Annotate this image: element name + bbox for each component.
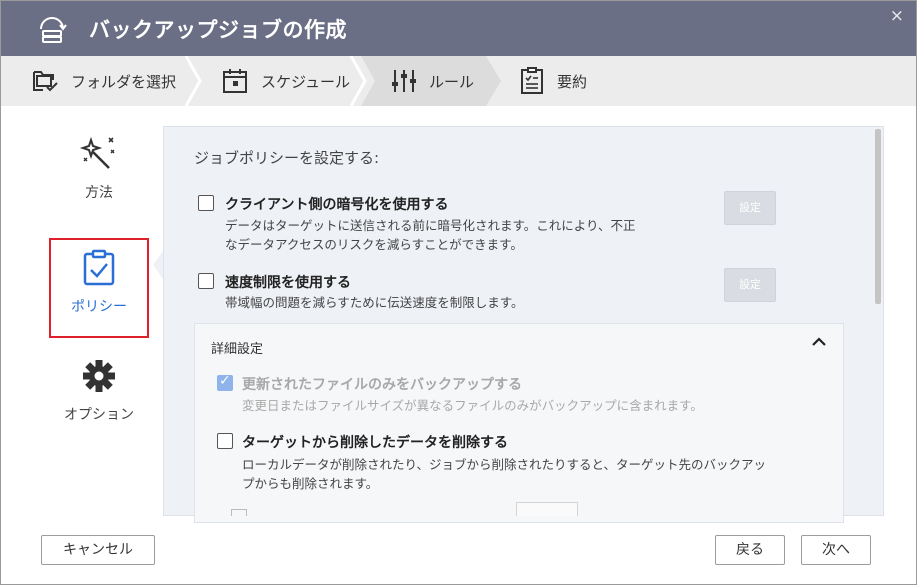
clipped-checkbox[interactable] (231, 509, 247, 516)
backup-job-dialog: バックアップジョブの作成 × フォルダを選択 スケジュール ルール 要約 方法 … (0, 0, 917, 585)
encryption-checkbox[interactable] (198, 195, 214, 211)
speed-limit-title: 速度制限を使用する (225, 275, 351, 291)
step-summary[interactable]: 要約 (517, 56, 587, 106)
advanced-heading: 詳細設定 (211, 342, 264, 357)
delete-target-title: ターゲットから削除したデータを削除する (242, 435, 508, 451)
step-label: フォルダを選択 (71, 72, 177, 91)
wizard-steps: フォルダを選択 スケジュール ルール 要約 (1, 56, 916, 106)
delete-target-desc-2: プからも削除されます。 (242, 476, 379, 491)
clipboard-summary-icon (521, 67, 543, 94)
magic-wand-icon (79, 136, 115, 169)
speed-limit-checkbox[interactable] (198, 273, 214, 289)
step-label: ルール (429, 72, 475, 91)
advanced-settings: 詳細設定 (194, 323, 844, 523)
next-button[interactable]: 次へ (801, 535, 871, 565)
folder-select-icon (33, 71, 58, 92)
step-separator (184, 56, 202, 106)
nav-policy-label: ポリシー (71, 299, 127, 315)
panel-pointer (153, 251, 163, 279)
nav-option[interactable]: オプション (49, 356, 149, 456)
dialog-title: バックアップジョブの作成 (89, 18, 347, 42)
updated-only-title: 更新されたファイルのみをバックアップする (242, 377, 522, 393)
nav-option-label: オプション (64, 407, 134, 423)
encryption-desc-1: データはターゲットに送信される前に暗号化されます。これにより、不正 (225, 218, 636, 233)
nav-method[interactable]: 方法 (49, 134, 149, 234)
step-rules[interactable]: ルール (389, 56, 474, 106)
step-label: 要約 (557, 72, 588, 91)
speed-limit-desc: 帯域幅の問題を減らすために伝送速度を制限します。 (225, 295, 524, 310)
step-select-folder[interactable]: フォルダを選択 (31, 56, 176, 106)
chevron-up-icon[interactable] (809, 332, 829, 352)
clipped-input[interactable] (516, 502, 578, 516)
delete-target-checkbox[interactable] (217, 433, 233, 449)
nav-method-label: 方法 (85, 185, 113, 201)
step-label: スケジュール (261, 72, 350, 91)
back-button[interactable]: 戻る (715, 535, 785, 565)
gear-icon (83, 360, 115, 392)
title-bar: バックアップジョブの作成 × (1, 1, 916, 56)
delete-target-desc-1: ローカルデータが削除されたり、ジョブから削除されたりすると、ターゲット先のバック… (242, 457, 767, 472)
encryption-title: クライアント側の暗号化を使用する (225, 197, 449, 213)
updated-only-desc: 変更日またはファイルサイズが異なるファイルのみがバックアップに含まれます。 (242, 398, 703, 413)
updated-only-checkbox[interactable] (217, 373, 233, 391)
sliders-icon (392, 70, 416, 92)
speed-limit-settings-button[interactable]: 設定 (724, 268, 776, 302)
step-schedule[interactable]: スケジュール (221, 56, 350, 106)
cancel-button[interactable]: キャンセル (41, 535, 155, 565)
calendar-icon (223, 69, 247, 93)
panel-scrollbar[interactable] (875, 129, 881, 304)
backup-drive-icon (40, 17, 67, 43)
encryption-desc-2: なデータアクセスのリスクを減らすことができます。 (225, 237, 523, 252)
clipboard-check-icon (83, 249, 115, 286)
nav-policy[interactable]: ポリシー (49, 238, 149, 338)
policy-heading: ジョブポリシーを設定する: (194, 149, 380, 167)
encryption-settings-button[interactable]: 設定 (724, 191, 776, 225)
close-icon[interactable]: × (890, 6, 904, 26)
